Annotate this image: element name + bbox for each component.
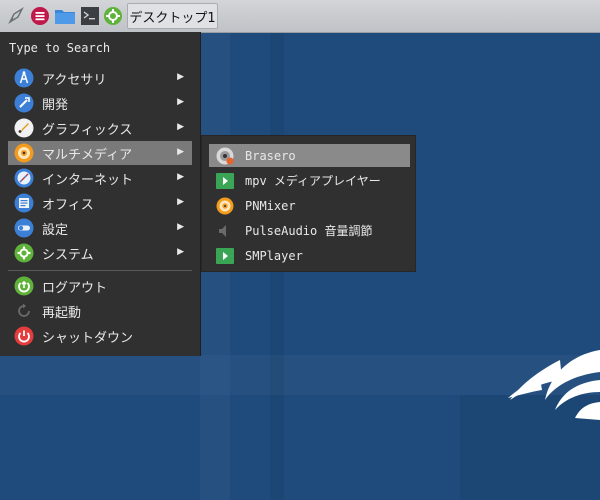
submenu-item-label: PNMixer	[245, 198, 296, 213]
submenu-arrow-icon: ▶	[177, 247, 184, 257]
mpv-icon	[215, 171, 235, 191]
menu-item-reboot[interactable]: 再起動	[8, 299, 192, 323]
menu-item-preferences[interactable]: 設定 ▶	[8, 216, 192, 240]
accessories-icon	[12, 66, 36, 90]
graphics-icon	[12, 116, 36, 140]
menu-item-label: 開発	[42, 97, 69, 113]
menu-item-label: システム	[42, 247, 94, 263]
menu-item-label: マルチメディア	[42, 147, 133, 163]
submenu-item-pnmixer[interactable]: PNMixer	[209, 194, 410, 217]
internet-icon	[12, 166, 36, 190]
brasero-icon	[215, 146, 235, 166]
logout-icon	[12, 274, 36, 298]
submenu-arrow-icon: ▶	[177, 222, 184, 232]
submenu-arrow-icon: ▶	[177, 172, 184, 182]
submenu-arrow-icon: ▶	[177, 97, 184, 107]
menu-item-shutdown[interactable]: シャットダウン	[8, 324, 192, 348]
menu-item-label: グラフィックス	[42, 122, 133, 138]
file-manager-icon[interactable]	[53, 5, 77, 27]
desktop-switcher-button[interactable]: デスクトップ1	[127, 3, 218, 29]
pulseaudio-icon	[215, 221, 235, 241]
menu-separator	[8, 270, 192, 271]
application-menu: Type to Search アクセサリ ▶ 開発 ▶ グラフィックス ▶ マル…	[0, 32, 201, 356]
menu-item-office[interactable]: オフィス ▶	[8, 191, 192, 215]
menu-search-input[interactable]: Type to Search	[9, 41, 110, 55]
menu-item-label: 再起動	[42, 305, 82, 321]
office-icon	[12, 191, 36, 215]
submenu-item-pulseaudio[interactable]: PulseAudio 音量調節	[209, 219, 410, 242]
submenu-item-label: Brasero	[245, 148, 296, 163]
taskbar: デスクトップ1	[0, 0, 600, 33]
menu-item-logout[interactable]: ログアウト	[8, 274, 192, 298]
menu-item-label: 設定	[42, 222, 69, 238]
menu-item-label: インターネット	[42, 172, 134, 188]
system-icon	[12, 241, 36, 265]
smplayer-icon	[215, 246, 235, 266]
distro-logo	[508, 350, 600, 420]
submenu-arrow-icon: ▶	[177, 147, 184, 157]
app-menu-icon[interactable]	[29, 5, 51, 27]
terminal-icon[interactable]	[79, 5, 101, 27]
submenu-item-brasero[interactable]: Brasero	[209, 144, 410, 167]
menu-item-accessories[interactable]: アクセサリ ▶	[8, 66, 192, 90]
submenu-arrow-icon: ▶	[177, 122, 184, 132]
menu-item-internet[interactable]: インターネット ▶	[8, 166, 192, 190]
multimedia-icon	[12, 141, 36, 165]
development-icon	[12, 91, 36, 115]
submenu-arrow-icon: ▶	[177, 197, 184, 207]
rocket-icon[interactable]	[5, 5, 27, 27]
shutdown-icon	[12, 324, 36, 348]
submenu-item-smplayer[interactable]: SMPlayer	[209, 244, 410, 267]
pnmixer-icon	[215, 196, 235, 216]
menu-item-development[interactable]: 開発 ▶	[8, 91, 192, 115]
menu-item-label: アクセサリ	[42, 72, 107, 88]
menu-item-label: ログアウト	[42, 280, 108, 296]
multimedia-submenu: Brasero mpv メディアプレイヤー PNMixer PulseAudio…	[201, 135, 416, 272]
submenu-item-label: PulseAudio 音量調節	[245, 224, 373, 238]
submenu-item-mpv[interactable]: mpv メディアプレイヤー	[209, 169, 410, 192]
menu-item-system[interactable]: システム ▶	[8, 241, 192, 265]
submenu-arrow-icon: ▶	[177, 72, 184, 82]
settings-icon[interactable]	[102, 5, 124, 27]
submenu-item-label: SMPlayer	[245, 248, 303, 263]
submenu-item-label: mpv メディアプレイヤー	[245, 174, 381, 188]
menu-item-graphics[interactable]: グラフィックス ▶	[8, 116, 192, 140]
preferences-icon	[12, 216, 36, 240]
menu-item-multimedia[interactable]: マルチメディア ▶	[8, 141, 192, 165]
menu-item-label: オフィス	[42, 197, 94, 213]
reboot-icon	[12, 299, 36, 323]
menu-item-label: シャットダウン	[42, 330, 134, 346]
